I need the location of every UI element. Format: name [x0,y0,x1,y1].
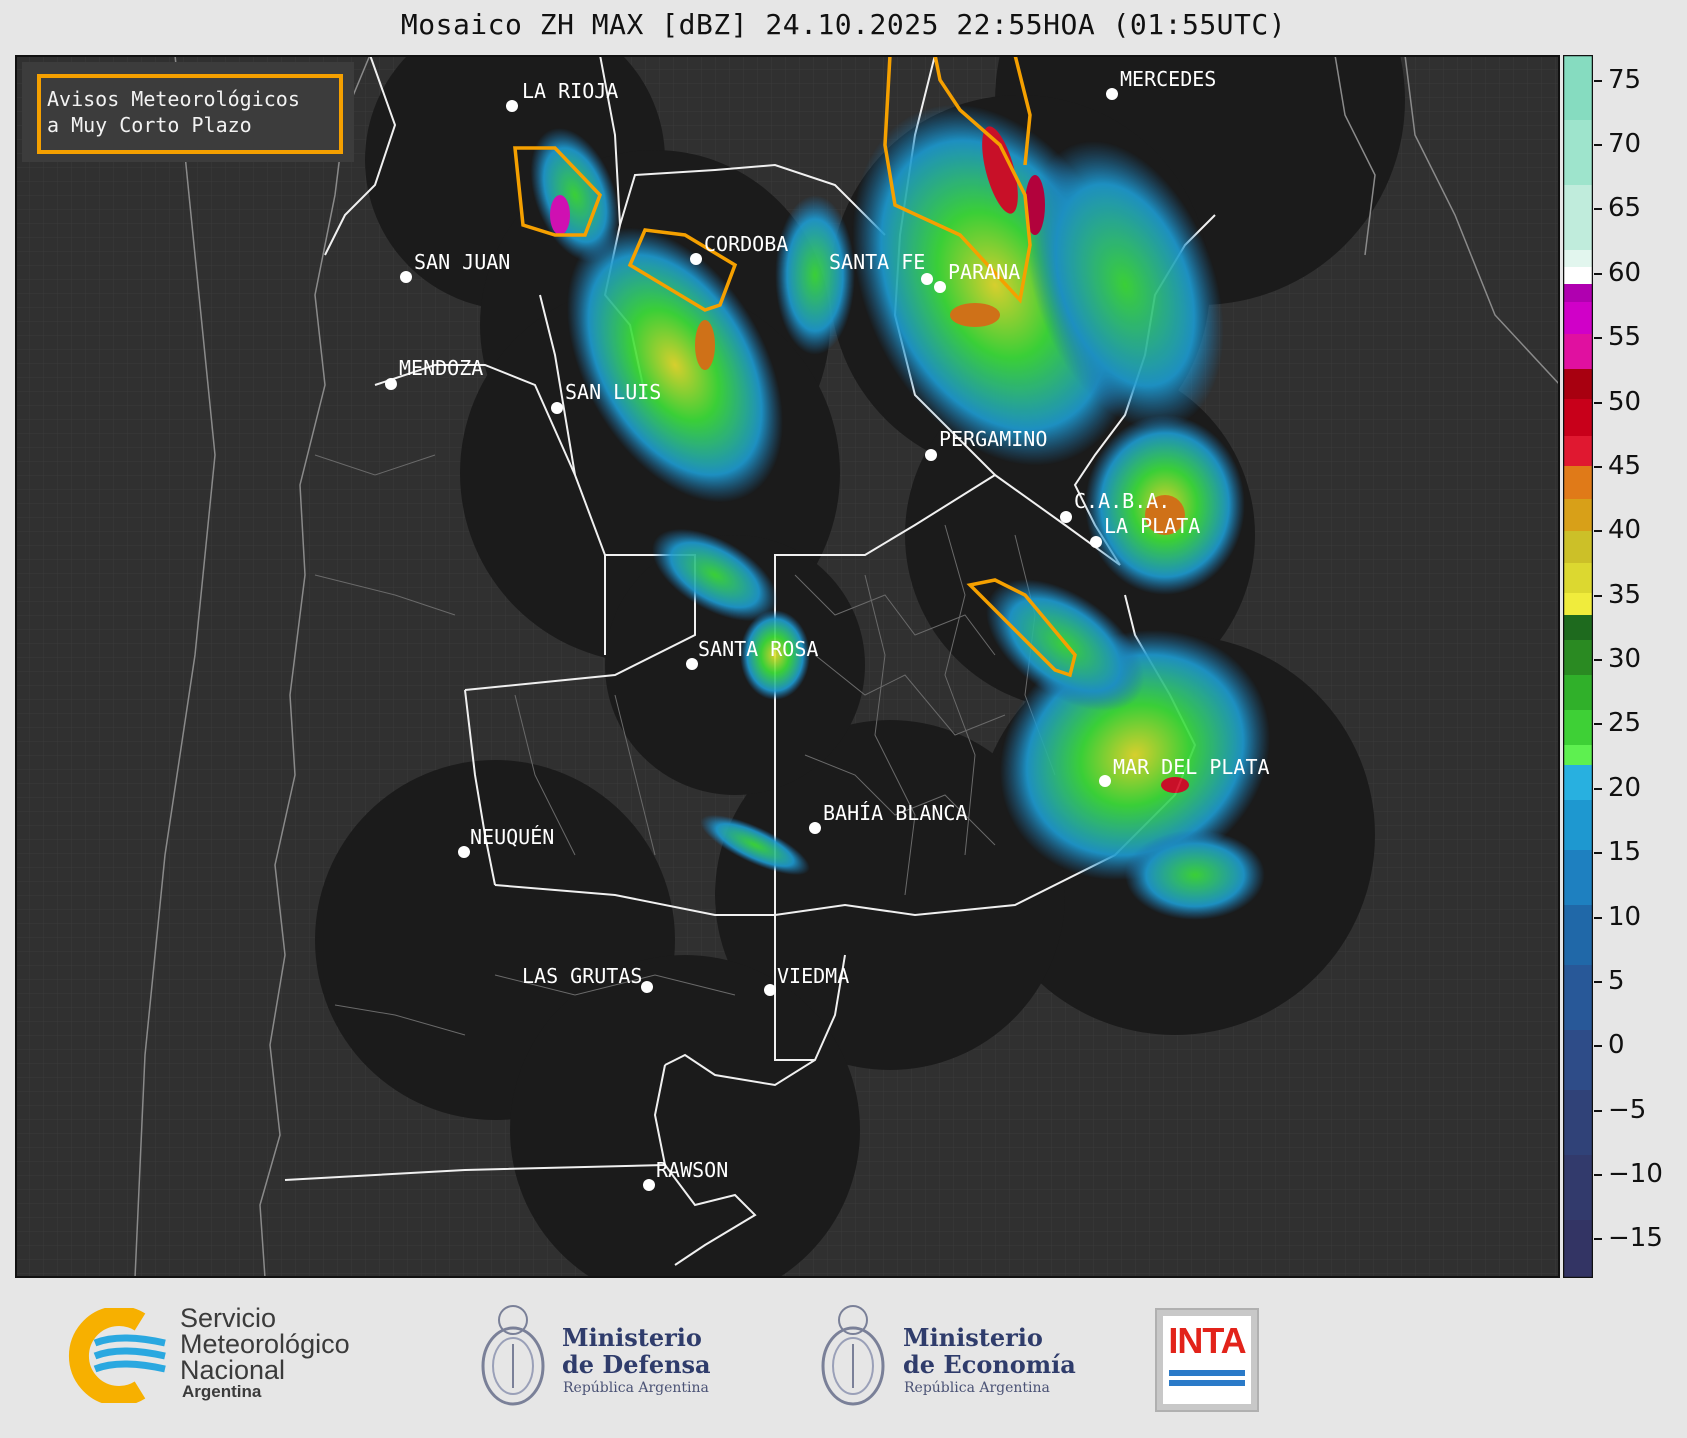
city-label-las-grutas: LAS GRUTAS [522,964,642,988]
city-marker-parana [934,281,946,293]
colorbar-tick-mark [1594,272,1602,275]
colorbar [1563,55,1593,1278]
legend-line-2: a Muy Corto Plazo [47,113,252,137]
city-label-santa-fe: SANTA FE [829,250,925,274]
colorbar-tick-label: 55 [1608,322,1642,353]
colorbar-tick-label: −15 [1608,1223,1663,1254]
city-label-santa-rosa: SANTA ROSA [698,637,818,661]
colorbar-tick-label: 15 [1608,837,1642,868]
defensa-sub: República Argentina [563,1380,709,1396]
colorbar-tick-mark [1594,980,1602,983]
economia-seal-icon [821,1305,885,1406]
city-label-san-juan: SAN JUAN [414,250,510,274]
city-marker-caba [1060,511,1072,523]
city-label-mendoza: MENDOZA [399,356,483,380]
inta-stripe-1 [1169,1370,1245,1376]
city-marker-las-gruta [641,981,653,993]
colorbar-tick-mark [1594,337,1602,340]
colorbar-tick-label: 50 [1608,386,1642,417]
colorbar-tick-mark [1594,594,1602,597]
colorbar-tick-mark [1594,852,1602,855]
city-label-viedma: VIEDMA [777,964,849,988]
colorbar-tick-mark [1594,1109,1602,1112]
defensa-line1: Ministerio [562,1323,702,1352]
colorbar-tick-label: 30 [1608,644,1642,675]
colorbar-tick-label: 25 [1608,708,1642,739]
city-marker-bahia-blanca [809,822,821,834]
city-label-san-luis: SAN LUIS [565,380,661,404]
city-marker-santa-fe [921,273,933,285]
city-label-neuquen: NEUQUÉN [470,825,554,849]
colorbar-tick-mark [1594,465,1602,468]
colorbar-tick-label: −10 [1608,1159,1663,1189]
economia-sub: República Argentina [904,1380,1050,1396]
city-marker-mendoza [385,378,397,390]
colorbar-tick-mark [1594,1174,1602,1176]
radar-map[interactable]: LA RIOJA MERCEDES CORDOBA SAN JUAN SANTA… [15,55,1560,1278]
smn-logo-icon [69,1308,166,1403]
legend-line-1: Avisos Meteorológicos [47,87,300,111]
economia-line1: Ministerio [903,1323,1043,1352]
city-label-mar-del-plata: MAR DEL PLATA [1113,755,1270,779]
city-marker-santa-rosa [686,658,698,670]
inta-logo: INTA [1155,1308,1259,1412]
inta-logo-text: INTA [1168,1320,1246,1361]
colorbar-tick-mark [1594,401,1602,404]
city-label-rawson: RAWSON [656,1158,728,1182]
colorbar-tick-mark [1594,659,1602,662]
colorbar-tick-label: 10 [1608,901,1642,932]
colorbar-tick-label: 5 [1608,965,1625,996]
economia-line2: de Economía [903,1350,1076,1379]
colorbar-bands [1563,55,1593,1278]
colorbar-tick-mark [1594,79,1602,82]
inta-logo-panel: INTA [1163,1316,1251,1404]
inta-stripe-2 [1169,1380,1245,1386]
city-marker-san-juan [400,271,412,283]
colorbar-tick-label: 65 [1608,193,1642,224]
city-marker-cordoba [690,253,702,265]
colorbar-tick-label: 35 [1608,579,1642,610]
colorbar-tick-mark [1594,208,1602,211]
city-label-la-rioja: LA RIOJA [522,79,618,103]
city-label-mercedes: MERCEDES [1120,67,1216,91]
colorbar-tick-label: 70 [1608,129,1642,160]
city-marker-viedma [764,984,776,996]
colorbar-tick-mark [1594,787,1602,790]
city-label-caba: C.A.B.A. [1074,489,1170,513]
city-marker-mar-del-plata [1099,775,1111,787]
city-label-bahia-blanca: BAHÍA BLANCA [823,801,968,825]
city-marker-neuquen [458,846,470,858]
footer-logos: Servicio Meteorológico Nacional Argentin… [0,1278,1687,1438]
colorbar-tick-mark [1594,1238,1602,1241]
smn-name-line4: Argentina [182,1382,262,1401]
city-marker-la-rioja [506,100,518,112]
colorbar-tick-mark [1594,916,1602,919]
colorbar-tick-label: 60 [1608,257,1642,288]
colorbar-tick-label: 40 [1608,515,1642,546]
city-label-cordoba: CORDOBA [704,232,788,256]
city-marker-la-plata [1090,536,1102,548]
defensa-seal-icon [481,1305,545,1406]
city-marker-mercedes [1106,88,1118,100]
city-label-la-plata: LA PLATA [1104,514,1200,538]
colorbar-tick-label: −5 [1608,1094,1647,1125]
colorbar-tick-label: 0 [1608,1030,1625,1061]
colorbar-tick-mark [1594,144,1602,147]
city-marker-rawson [643,1179,655,1191]
colorbar-tick-label: 75 [1608,64,1642,95]
colorbar-tick-mark [1594,1045,1602,1048]
colorbar-tick-mark [1594,723,1602,726]
map-title: Mosaico ZH MAX [dBZ] 24.10.2025 22:55HOA… [400,8,1287,41]
colorbar-tick-label: 45 [1608,450,1642,481]
legend-text: Avisos Meteorológicos a Muy Corto Plazo [47,86,300,138]
city-label-pergamino: PERGAMINO [939,427,1047,451]
colorbar-tick-mark [1594,530,1602,533]
city-label-parana: PARANA [948,260,1020,284]
city-marker-pergamino [925,449,937,461]
city-marker-san-luis [551,402,563,414]
colorbar-tick-label: 20 [1608,772,1642,803]
defensa-line2: de Defensa [562,1350,711,1379]
